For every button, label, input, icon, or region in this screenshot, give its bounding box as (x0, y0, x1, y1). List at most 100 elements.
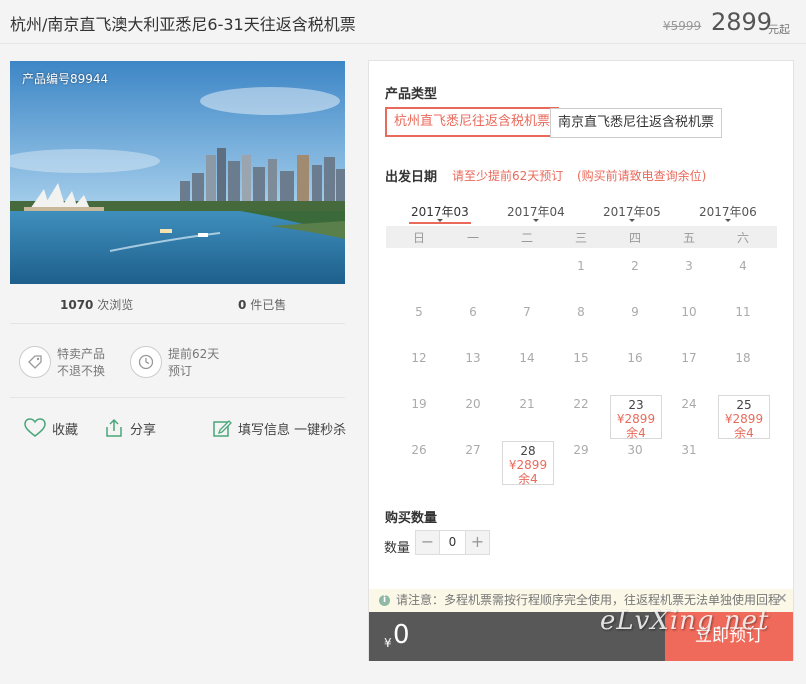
quantity-stepper: − 0 + (415, 530, 490, 555)
availability-note: (购买前请致电查询余位) (577, 169, 707, 183)
views-label: 次浏览 (97, 298, 134, 312)
calendar-day: 15 (573, 351, 589, 365)
calendar-day: 21 (519, 397, 535, 411)
total-price: 0 (393, 620, 410, 650)
month-tab-2017-04[interactable]: 2017年04 (507, 203, 565, 220)
favorite-button[interactable]: 收藏 (24, 418, 78, 438)
departure-date-label: 出发日期 (385, 170, 438, 185)
advance-booking-note: 请至少提前62天预订 (452, 169, 564, 183)
close-icon[interactable]: ✕ (776, 591, 788, 607)
sold-label: 件已售 (250, 298, 287, 312)
divider (10, 397, 345, 398)
feature-line: 预订 (168, 364, 193, 378)
weekday: 二 (520, 231, 533, 245)
calendar-day: 22 (573, 397, 589, 411)
month-tab-2017-06[interactable]: 2017年06 (699, 203, 757, 220)
product-photo (10, 61, 345, 284)
calendar-day: 7 (523, 305, 531, 319)
divider (10, 323, 345, 324)
type-option-hangzhou[interactable]: 杭州直飞悉尼往返含税机票 (385, 107, 560, 137)
calendar-day: 9 (631, 305, 639, 319)
calendar-day: 4 (739, 259, 747, 273)
calendar-day: 6 (469, 305, 477, 319)
feature-advance-booking: 提前62天 预订 (168, 346, 219, 380)
share-icon (106, 418, 122, 437)
calendar-day: 8 (577, 305, 585, 319)
sold-count: 0 (238, 298, 247, 312)
caret-down-icon (725, 219, 731, 222)
views-stat: 1070 次浏览 (60, 296, 133, 313)
type-option-nanjing[interactable]: 南京直飞悉尼往返含税机票 (550, 108, 723, 138)
feature-line: 不退不换 (57, 364, 106, 378)
calendar-day: 20 (465, 397, 481, 411)
day-remaining: 余4 (518, 472, 538, 486)
calendar-day: 12 (411, 351, 427, 365)
info-icon: i (379, 595, 390, 606)
day-number: 25 (736, 398, 752, 412)
feature-line: 特卖产品 (57, 347, 106, 361)
product-title: 杭州/南京直飞澳大利亚悉尼6-31天往返含税机票 (10, 15, 356, 34)
tag-icon (19, 346, 51, 378)
share-button[interactable]: 分享 (104, 418, 156, 438)
clock-icon (130, 346, 162, 378)
weekday: 三 (574, 231, 587, 245)
weekday: 一 (466, 231, 479, 245)
quantity-value[interactable]: 0 (440, 531, 465, 554)
weekday: 四 (628, 231, 641, 245)
caret-down-icon (533, 219, 539, 222)
product-number: 产品编号89944 (22, 72, 109, 86)
calendar-day-available[interactable]: 28 ¥2899 余4 (502, 441, 554, 486)
calendar-day-available[interactable]: 25 ¥2899 余4 (718, 395, 770, 440)
calendar-day: 17 (681, 351, 697, 365)
heart-icon (24, 418, 46, 437)
product-type-label: 产品类型 (385, 87, 438, 102)
quantity-label: 数量 (384, 541, 411, 556)
feature-line: 提前62天 (168, 347, 220, 361)
watermark: eLvXing.net (600, 606, 770, 636)
calendar-day: 2 (631, 259, 639, 273)
calendar-day: 1 (577, 259, 585, 273)
day-remaining: 余4 (734, 426, 754, 440)
month-tab-2017-03[interactable]: 2017年03 (411, 203, 469, 220)
day-price: ¥2899 (724, 412, 764, 426)
share-label: 分享 (130, 422, 157, 438)
day-number: 28 (520, 444, 536, 458)
calendar-day: 29 (573, 443, 589, 457)
calendar-day: 26 (411, 443, 427, 457)
edit-icon (213, 420, 232, 437)
month-tab-2017-05[interactable]: 2017年05 (603, 203, 661, 220)
day-price: ¥2899 (508, 458, 548, 472)
calendar-day: 16 (627, 351, 643, 365)
booking-panel: 产品类型 杭州直飞悉尼往返含税机票 南京直飞悉尼往返含税机票 出发日期 请至少提… (368, 60, 794, 661)
original-price: ¥5999 (663, 19, 702, 33)
currency-symbol: ¥ (384, 636, 392, 650)
price-unit: 元起 (768, 23, 790, 36)
quantity-decrement-button[interactable]: − (416, 531, 440, 554)
calendar-weekday-header: 日 一 二 三 四 五 六 (386, 226, 777, 248)
fill-info-label: 填写信息 一键秒杀 (238, 422, 347, 438)
feature-special-sale: 特卖产品 不退不换 (57, 346, 105, 380)
calendar-day: 18 (735, 351, 751, 365)
product-stats: 1070 次浏览 0 件已售 (10, 296, 345, 316)
calendar-day: 3 (685, 259, 693, 273)
calendar-day: 27 (465, 443, 481, 457)
calendar-day: 19 (411, 397, 427, 411)
sold-stat: 0 件已售 (238, 296, 286, 313)
day-number: 23 (628, 398, 644, 412)
fill-info-button[interactable]: 填写信息 一键秒杀 (212, 418, 346, 438)
weekday: 日 (412, 231, 425, 245)
calendar-day: 5 (415, 305, 423, 319)
weekday: 六 (736, 231, 749, 245)
day-price: ¥2899 (616, 412, 656, 426)
weekday: 五 (682, 231, 695, 245)
calendar-day-available[interactable]: 23 ¥2899 余4 (610, 395, 662, 440)
views-count: 1070 (60, 298, 94, 312)
calendar-day: 30 (627, 443, 643, 457)
quantity-title: 购买数量 (385, 511, 438, 526)
calendar-day: 10 (681, 305, 697, 319)
favorite-label: 收藏 (52, 422, 79, 438)
caret-down-icon (629, 219, 635, 222)
quantity-increment-button[interactable]: + (465, 531, 489, 554)
day-remaining: 余4 (626, 426, 646, 440)
calendar-day: 14 (519, 351, 535, 365)
